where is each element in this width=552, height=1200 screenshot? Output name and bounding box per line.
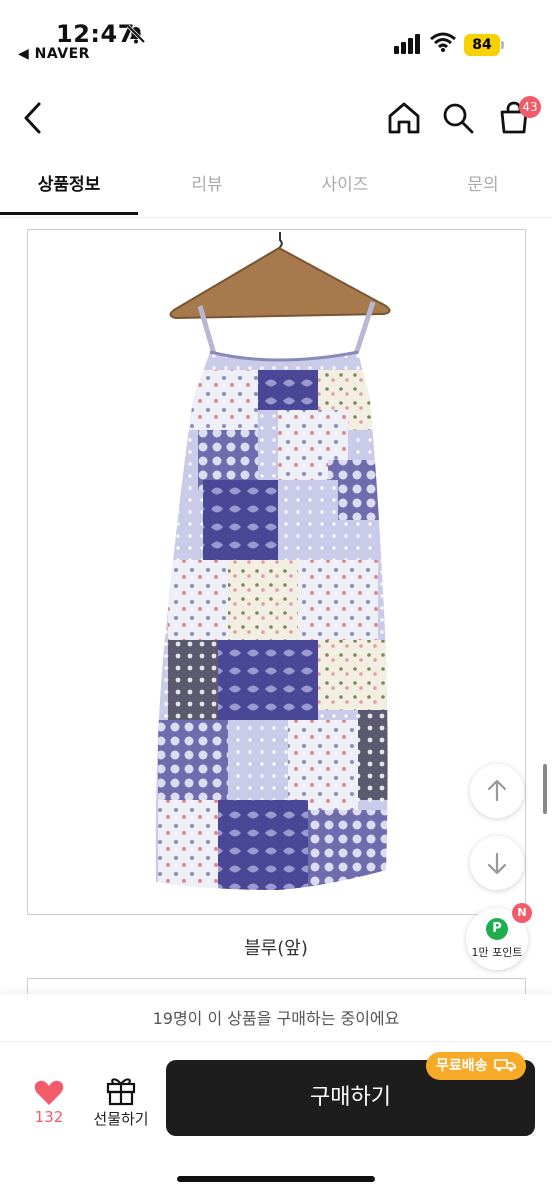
home-indicator xyxy=(177,1176,375,1182)
arrow-up-icon xyxy=(487,779,507,802)
tab-inquiry[interactable]: 문의 xyxy=(414,158,552,216)
new-badge: N xyxy=(512,903,532,923)
home-icon[interactable] xyxy=(385,100,423,136)
like-count: 132 xyxy=(34,1108,64,1126)
search-icon[interactable] xyxy=(440,100,476,136)
bell-muted-icon xyxy=(126,24,146,44)
status-bar: 12:47 ◀ NAVER 84 xyxy=(0,0,552,70)
product-tabs: 상품정보 리뷰 사이즈 문의 xyxy=(0,158,552,218)
bottom-purchase-bar: 19명이 이 상품을 구매하는 중이에요 132 선물하기 구매하기 무료배송 xyxy=(0,994,552,1200)
battery-level: 84 xyxy=(464,34,500,56)
cellular-signal-icon xyxy=(394,34,420,54)
gift-icon xyxy=(106,1078,136,1106)
back-to-app-link[interactable]: ◀ NAVER xyxy=(18,46,90,62)
gift-label: 선물하기 xyxy=(93,1110,149,1128)
tab-reviews[interactable]: 리뷰 xyxy=(138,158,276,216)
heart-icon xyxy=(34,1080,64,1105)
active-tab-indicator xyxy=(0,212,138,215)
dress-on-hanger-illustration xyxy=(155,232,391,890)
free-shipping-badge: 무료배송 xyxy=(426,1052,527,1080)
points-label: 1만 포인트 xyxy=(471,946,523,959)
top-nav-bar xyxy=(0,88,552,148)
scroll-down-button[interactable] xyxy=(470,836,524,890)
tab-size[interactable]: 사이즈 xyxy=(276,158,414,216)
wifi-icon xyxy=(430,32,456,52)
truck-icon xyxy=(494,1059,517,1072)
product-image-front xyxy=(27,229,526,915)
free-shipping-label: 무료배송 xyxy=(436,1058,488,1074)
scroll-up-button[interactable] xyxy=(470,764,524,818)
arrow-down-icon xyxy=(487,852,507,875)
scrollbar-thumb[interactable] xyxy=(543,764,547,814)
tab-product-info[interactable]: 상품정보 xyxy=(0,158,138,216)
battery-indicator: 84 xyxy=(464,34,504,56)
back-arrow-icon[interactable] xyxy=(18,100,48,136)
point-p-icon: P xyxy=(486,918,508,940)
cart-count-badge: 43 xyxy=(519,96,541,118)
buyers-now-note: 19명이 이 상품을 구매하는 중이에요 xyxy=(0,994,552,1042)
